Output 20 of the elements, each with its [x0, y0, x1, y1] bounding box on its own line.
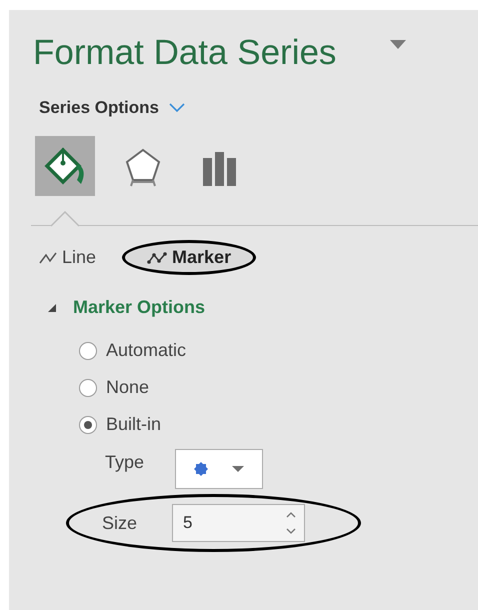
section-heading: Marker Options [73, 297, 206, 318]
radio-option[interactable]: Automatic [79, 340, 478, 361]
line-with-markers-icon [147, 252, 168, 264]
type-label: Type [105, 452, 146, 472]
marker-type-dropdown[interactable] [175, 449, 263, 489]
collapse-triangle-icon[interactable] [47, 302, 57, 312]
marker-shape-icon [194, 462, 208, 476]
fill-line-tab[interactable] [35, 136, 95, 196]
chevron-down-icon [168, 103, 185, 113]
size-spin-field[interactable]: 5 [172, 504, 305, 542]
dropdown-arrow-icon [232, 466, 244, 472]
radio-option[interactable]: Built-in [79, 414, 478, 435]
marker-tab[interactable]: Marker [122, 240, 256, 275]
line-tab[interactable]: Line [33, 243, 102, 272]
size-label: Size [102, 512, 138, 534]
series-options-dropdown[interactable]: Series Options [39, 98, 185, 118]
radio-option[interactable]: None [79, 377, 478, 398]
dropdown-icon[interactable] [390, 40, 406, 50]
line-icon [39, 252, 57, 264]
pane-title: Format Data Series [33, 32, 336, 74]
